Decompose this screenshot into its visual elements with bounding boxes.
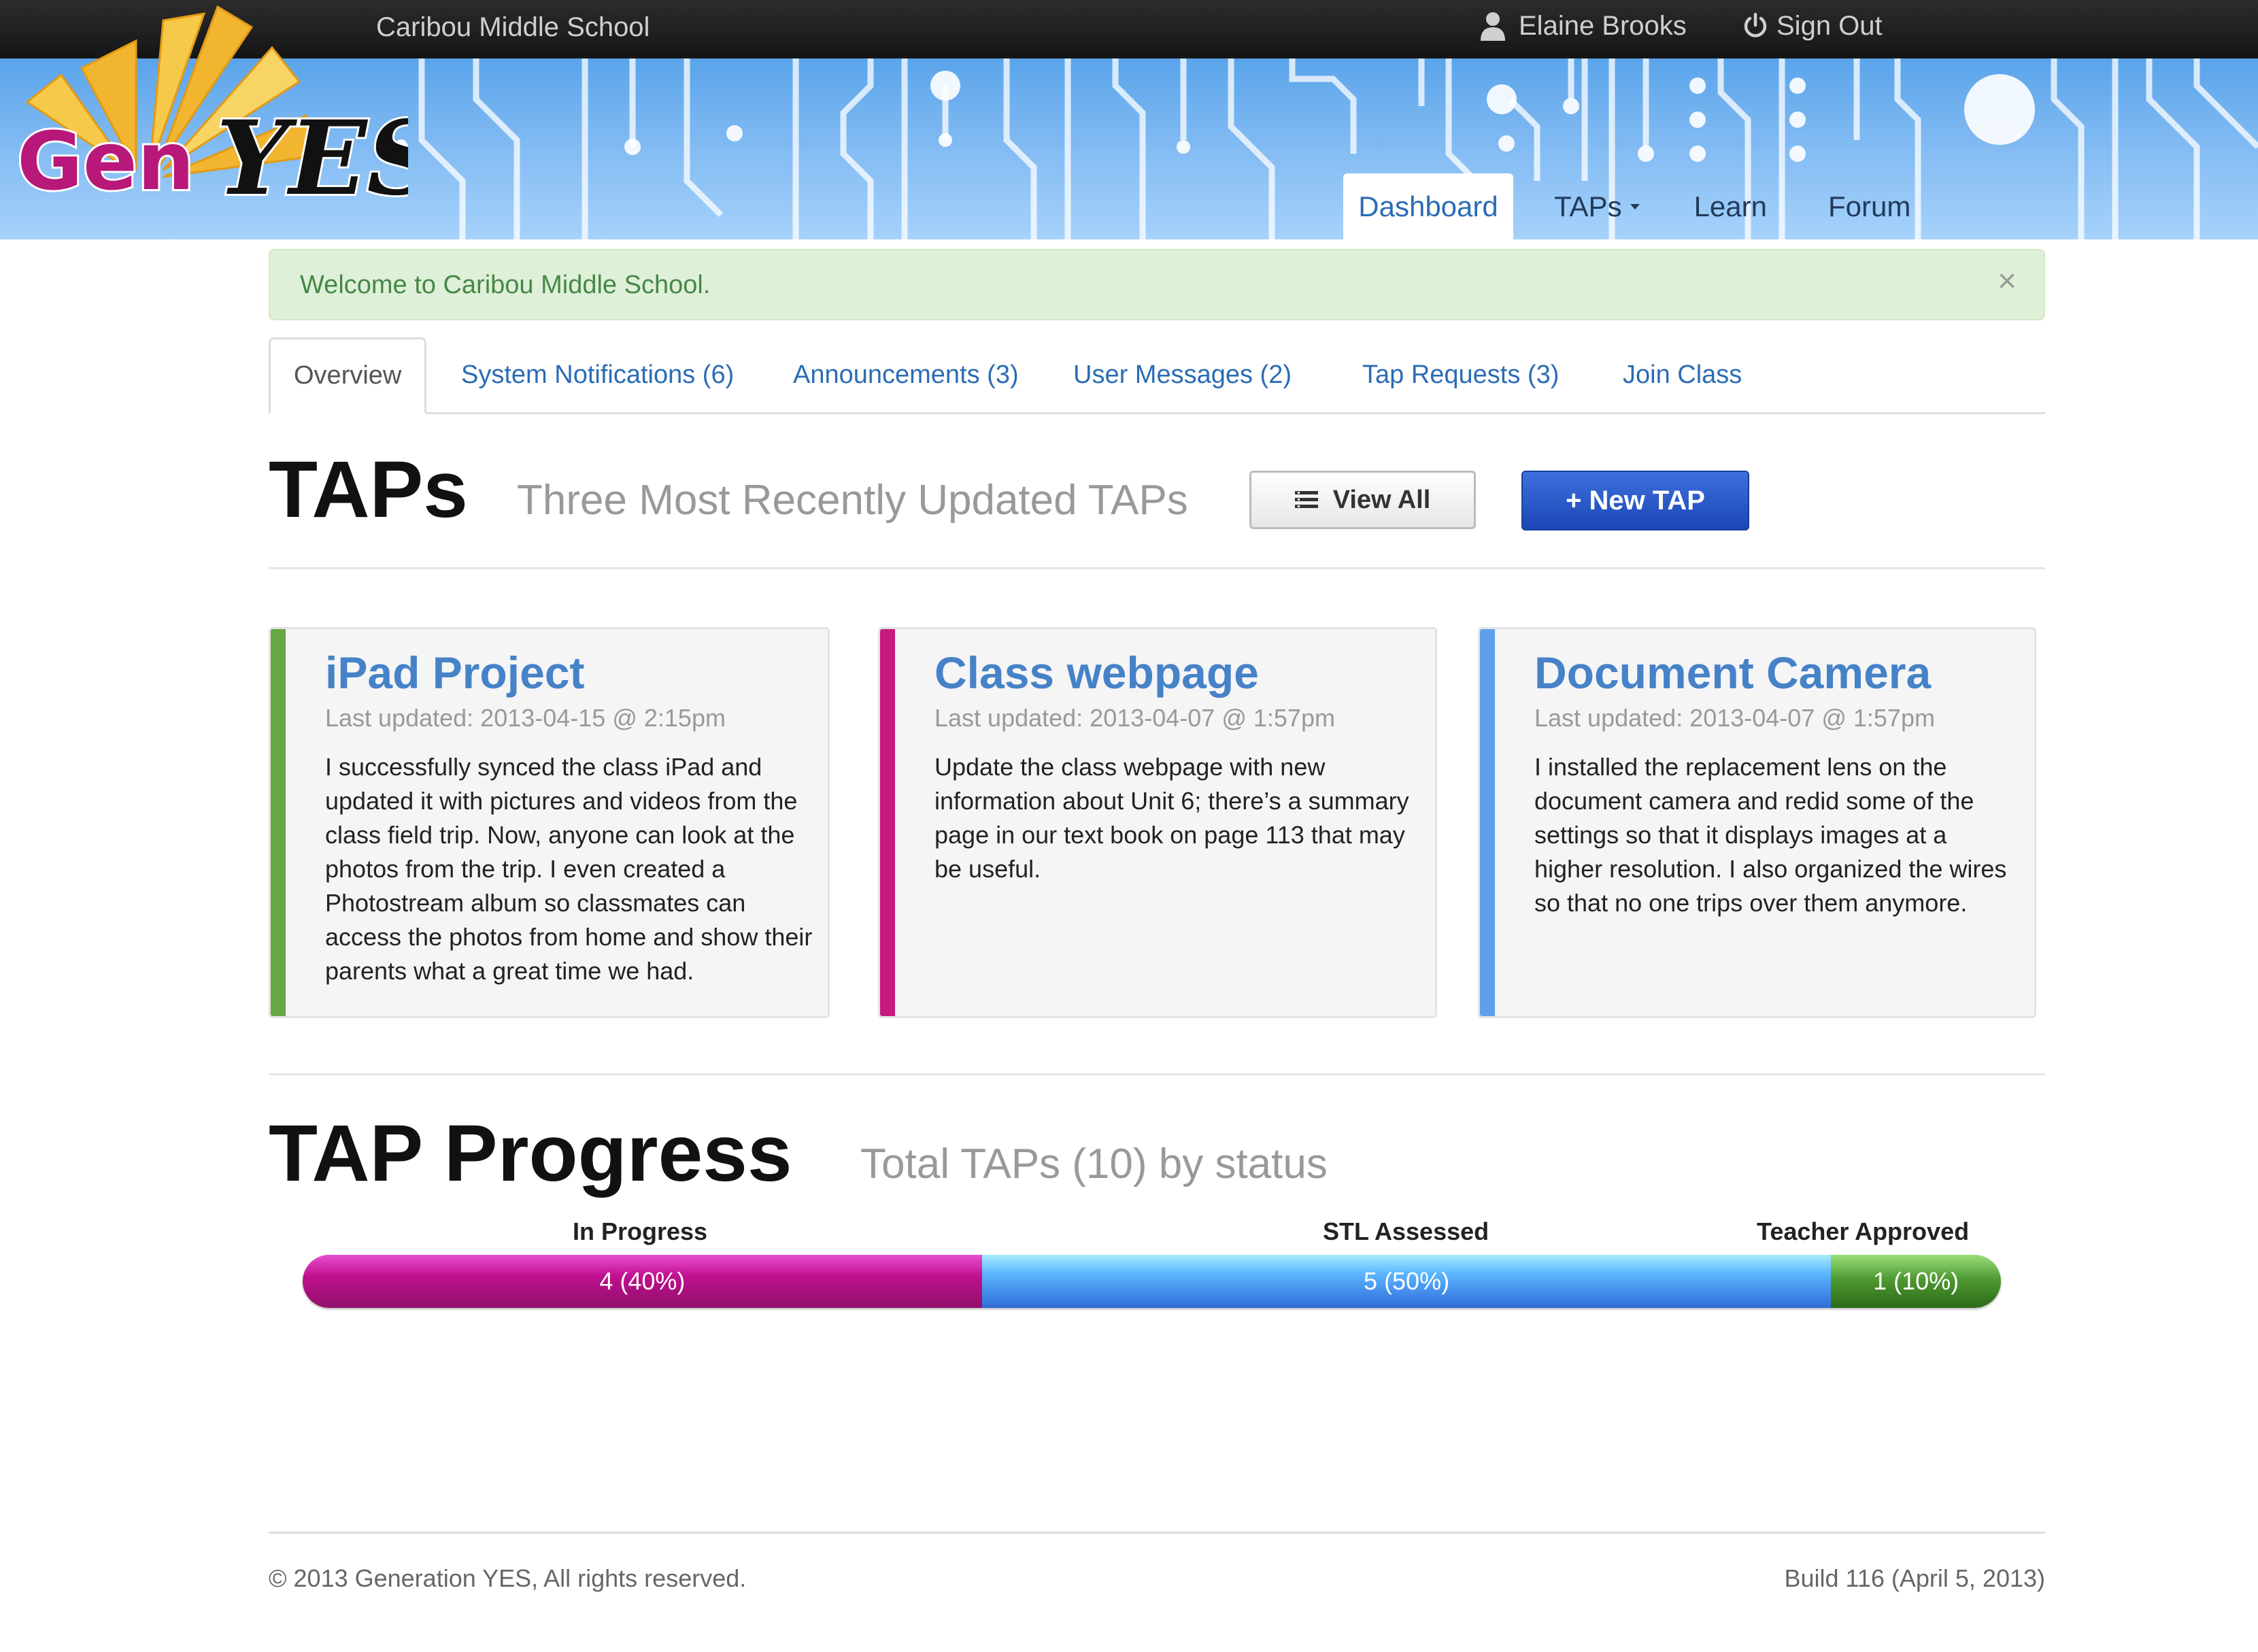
taps-heading: TAPs	[269, 445, 468, 535]
user-icon	[1481, 12, 1505, 41]
segment-value: 4 (40%)	[599, 1267, 686, 1295]
main-nav: Dashboard TAPs Learn Forum	[1343, 173, 1924, 239]
card-updated: Last updated: 2013-04-15 @ 2:15pm	[325, 704, 726, 732]
tab-tap-requests[interactable]: Tap Requests (3)	[1362, 337, 1559, 412]
segment-value: 1 (10%)	[1873, 1267, 1959, 1295]
divider	[269, 567, 2045, 569]
progress-segment[interactable]: 5 (50%)	[981, 1255, 1832, 1308]
progress-subtitle: Total TAPs (10) by status	[860, 1141, 1328, 1187]
tap-card[interactable]: Class webpage Last updated: 2013-04-07 @…	[878, 627, 1437, 1018]
nav-item-dashboard[interactable]: Dashboard	[1343, 173, 1513, 239]
card-accent	[271, 629, 286, 1016]
dashboard-tabs: Overview System Notifications (6) Announ…	[269, 337, 2045, 414]
new-tap-button[interactable]: + New TAP	[1521, 471, 1749, 530]
tap-card[interactable]: iPad Project Last updated: 2013-04-15 @ …	[269, 627, 830, 1018]
nav-item-label: Forum	[1828, 190, 1911, 222]
taps-subtitle: Three Most Recently Updated TAPs	[517, 477, 1188, 524]
genyes-logo[interactable]: Gen YES	[0, 0, 408, 238]
segment-value: 5 (50%)	[1364, 1267, 1450, 1295]
progress-heading: TAP Progress	[269, 1109, 792, 1198]
tap-card[interactable]: Document Camera Last updated: 2013-04-07…	[1478, 627, 2036, 1018]
nav-item-label: Dashboard	[1358, 190, 1498, 222]
card-body: I successfully synced the class iPad and…	[325, 753, 813, 985]
tab-announcements[interactable]: Announcements (3)	[793, 337, 1019, 412]
nav-item-forum[interactable]: Forum	[1815, 173, 1924, 239]
card-body: I installed the replacement lens on the …	[1534, 753, 2007, 917]
school-name: Caribou Middle School	[376, 12, 650, 42]
card-accent	[880, 629, 895, 1016]
card-title[interactable]: Document Camera	[1534, 647, 1931, 698]
footer-copyright: © 2013 Generation YES, All rights reserv…	[269, 1564, 747, 1592]
tab-label: Overview	[294, 361, 402, 390]
progress-segment[interactable]: 4 (40%)	[303, 1255, 982, 1308]
view-all-label: View All	[1332, 485, 1431, 514]
progress-bar: 4 (40%) 5 (50%) 1 (10%)	[303, 1255, 2001, 1308]
tab-label: Join Class	[1623, 360, 1742, 389]
tab-system-notifications[interactable]: System Notifications (6)	[461, 337, 734, 412]
card-accent	[1480, 629, 1495, 1016]
card-updated: Last updated: 2013-04-07 @ 1:57pm	[934, 704, 1335, 732]
tab-label: System Notifications (6)	[461, 360, 735, 389]
sign-out-label: Sign Out	[1776, 10, 1883, 41]
segment-label: In Progress	[573, 1217, 708, 1245]
sign-out-link[interactable]: Sign Out	[1742, 8, 1883, 44]
chevron-down-icon	[1630, 203, 1640, 209]
alert-message: Welcome to Caribou Middle School.	[300, 271, 711, 299]
view-all-button[interactable]: View All	[1249, 471, 1476, 529]
divider	[269, 1073, 2045, 1075]
segment-label: STL Assessed	[1323, 1217, 1489, 1245]
tab-label: Tap Requests (3)	[1362, 360, 1560, 389]
card-body: Update the class webpage with new inform…	[934, 753, 1409, 883]
user-name: Elaine Brooks	[1519, 10, 1687, 41]
logo-gen-text: Gen	[17, 114, 195, 208]
nav-item-taps[interactable]: TAPs	[1540, 173, 1653, 239]
progress-segment[interactable]: 1 (10%)	[1831, 1255, 2001, 1308]
segment-label: Teacher Approved	[1757, 1217, 1970, 1245]
nav-item-label: Learn	[1693, 190, 1767, 222]
tab-user-messages[interactable]: User Messages (2)	[1073, 337, 1292, 412]
new-tap-label: + New TAP	[1566, 485, 1705, 516]
welcome-alert: Welcome to Caribou Middle School. ×	[269, 249, 2045, 320]
tab-join-class[interactable]: Join Class	[1623, 337, 1742, 412]
logo-yes-text: YES	[216, 99, 408, 218]
power-icon	[1744, 13, 1767, 37]
card-updated: Last updated: 2013-04-07 @ 1:57pm	[1534, 704, 1935, 732]
user-menu[interactable]: Elaine Brooks	[1479, 8, 1687, 44]
tab-label: Announcements (3)	[793, 360, 1019, 389]
list-icon	[1294, 491, 1318, 508]
close-icon[interactable]: ×	[1998, 265, 2017, 298]
tab-overview[interactable]: Overview	[269, 337, 427, 414]
nav-item-label: TAPs	[1554, 190, 1622, 222]
card-title[interactable]: Class webpage	[934, 647, 1259, 698]
footer-divider	[269, 1532, 2045, 1534]
footer-build: Build 116 (April 5, 2013)	[1784, 1564, 2045, 1592]
tab-label: User Messages (2)	[1073, 360, 1292, 389]
nav-item-learn[interactable]: Learn	[1681, 173, 1781, 239]
card-title[interactable]: iPad Project	[325, 647, 584, 698]
